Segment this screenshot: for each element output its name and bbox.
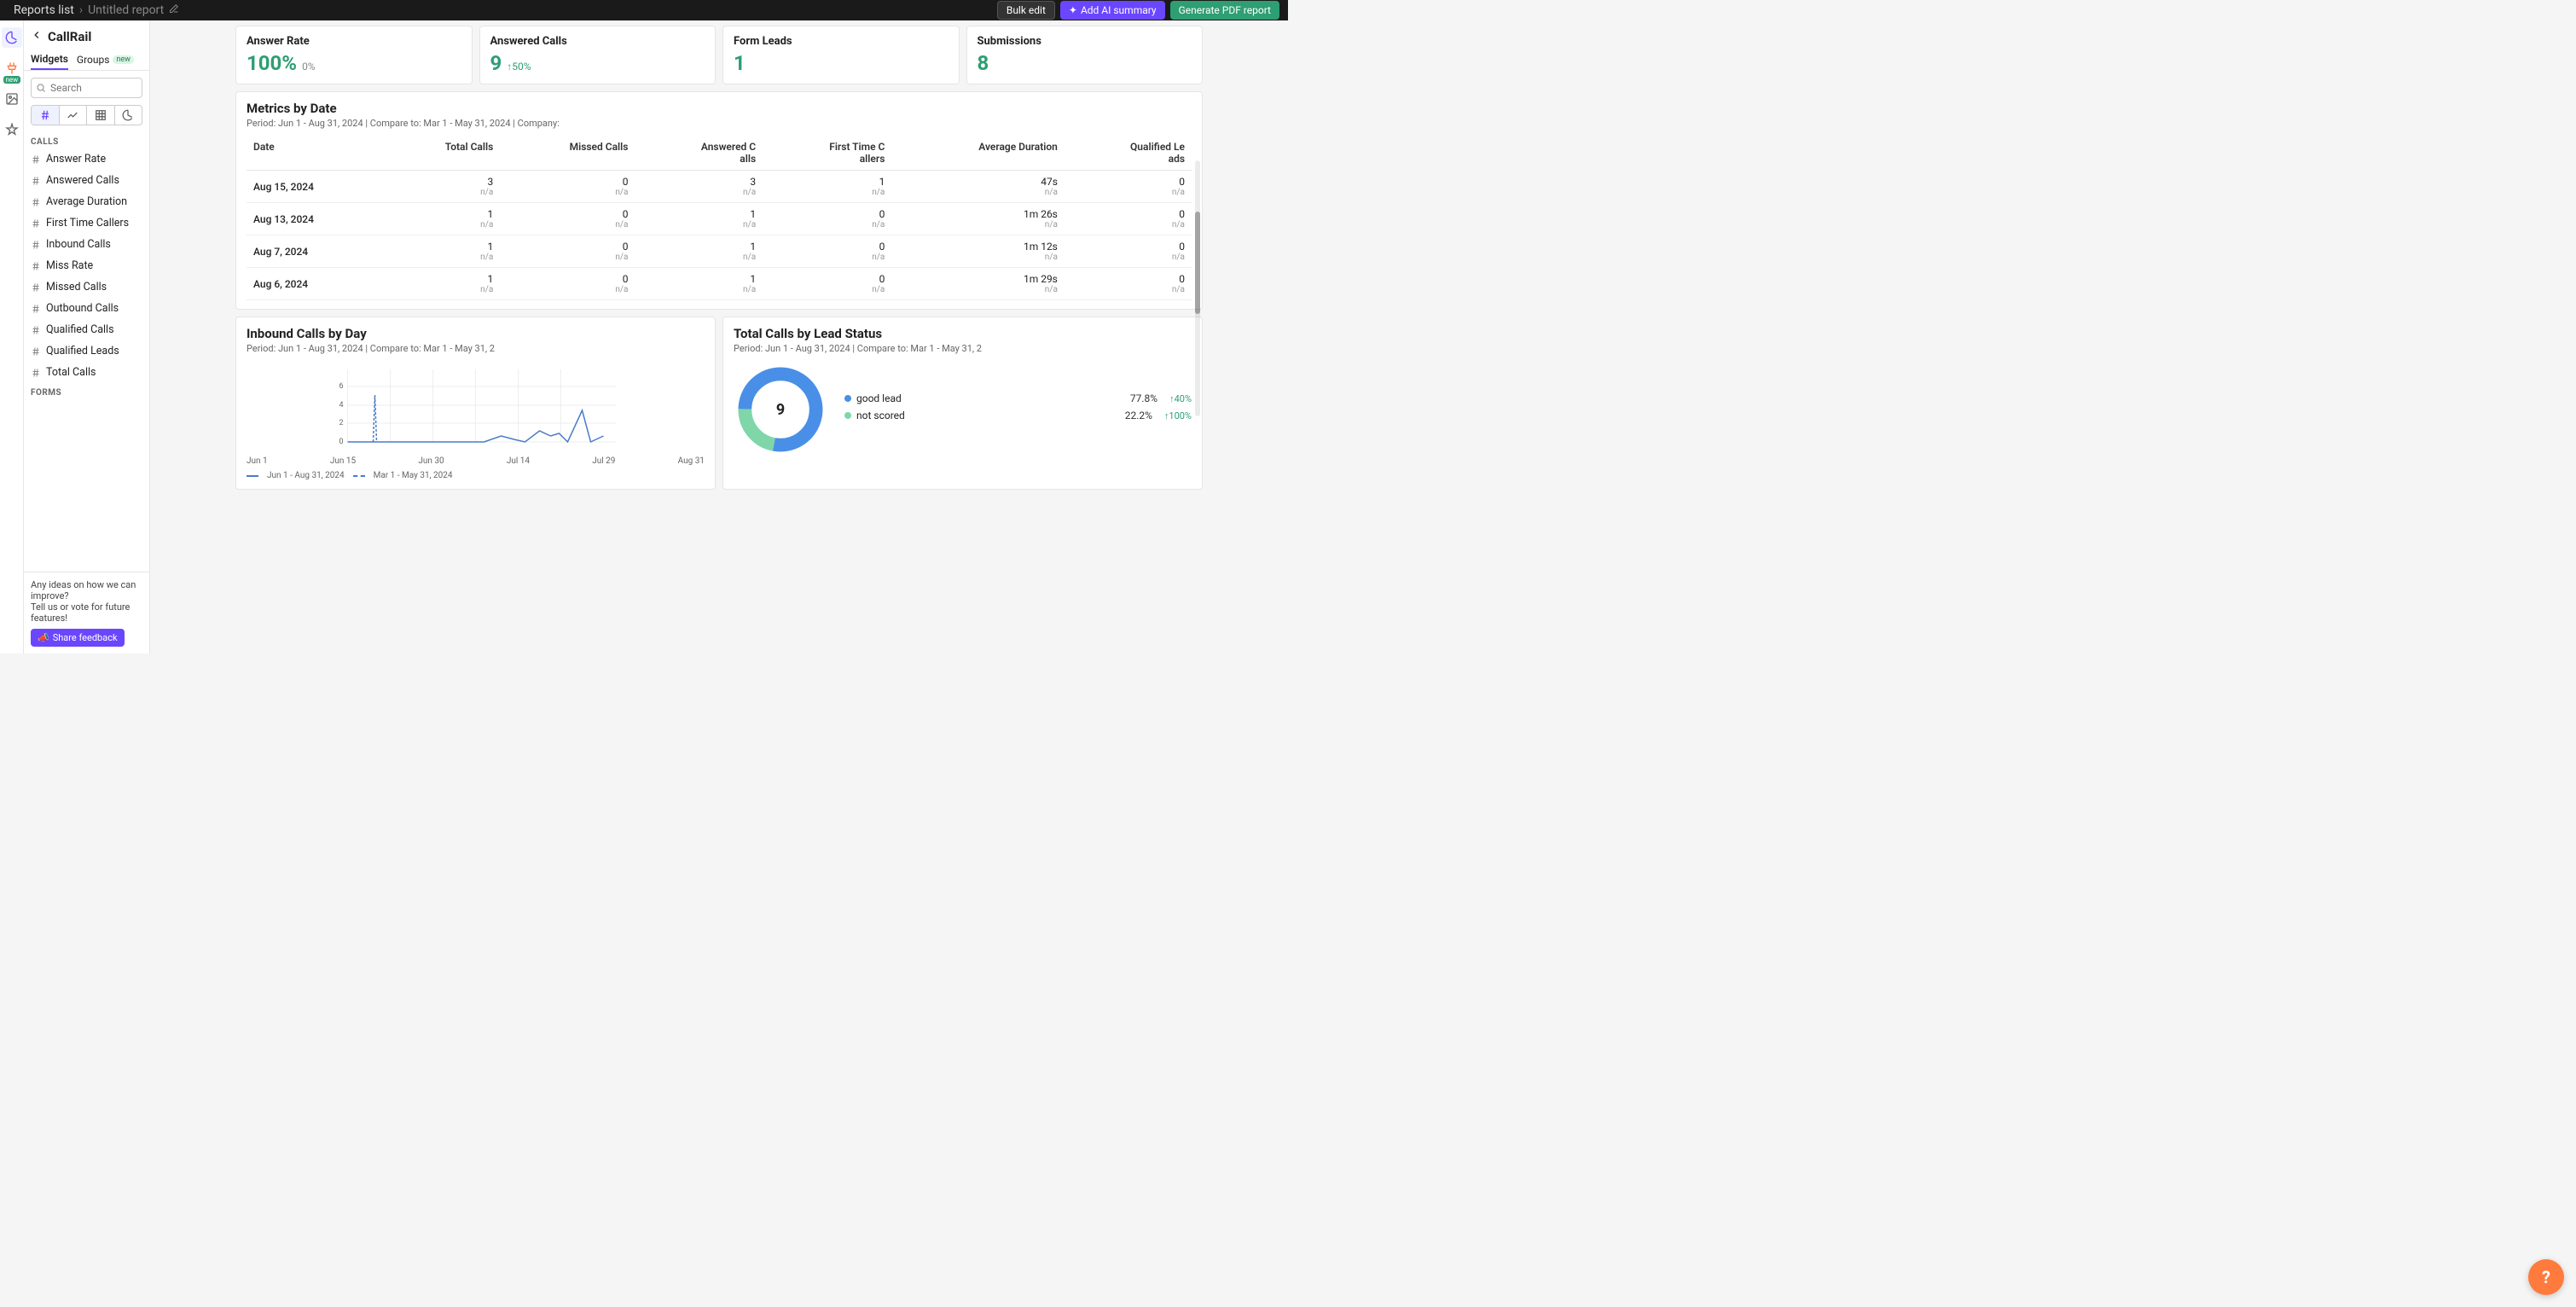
- type-table[interactable]: [87, 106, 115, 125]
- inbound-period: Period: Jun 1 - Aug 31, 2024 | Compare t…: [247, 343, 705, 354]
- metrics-table: DateTotal CallsMissed CallsAnswered Call…: [247, 136, 1192, 300]
- search-input[interactable]: [31, 78, 142, 98]
- topbar: Reports list › Untitled report Bulk edit…: [0, 0, 1288, 20]
- svg-text:2: 2: [339, 419, 344, 427]
- leadstatus-title: Total Calls by Lead Status: [734, 326, 1192, 341]
- section-forms: FORMS: [24, 383, 149, 399]
- add-ai-summary-button[interactable]: ✦Add AI summary: [1060, 1, 1165, 20]
- sparkle-icon: ✦: [1069, 4, 1077, 16]
- nav-rail: new: [0, 20, 24, 654]
- type-line[interactable]: [60, 106, 88, 125]
- section-calls: CALLS: [24, 132, 149, 148]
- megaphone-icon: 📣: [38, 632, 49, 643]
- tab-widgets[interactable]: Widgets: [31, 49, 68, 70]
- widget-item[interactable]: Answered Calls: [24, 170, 149, 191]
- table-row[interactable]: Aug 7, 20241n/a0n/a1n/a0n/a1m 12sn/a0n/a: [247, 235, 1192, 268]
- rail-chart-icon[interactable]: [2, 27, 22, 48]
- widget-item[interactable]: Qualified Calls: [24, 319, 149, 340]
- scrollbar[interactable]: [1195, 160, 1200, 416]
- back-icon[interactable]: [31, 29, 43, 44]
- type-pie[interactable]: [115, 106, 142, 125]
- rail-integration-icon[interactable]: new: [2, 58, 22, 78]
- donut-chart: 9: [734, 363, 827, 456]
- table-row[interactable]: Aug 15, 20243n/a0n/a3n/a1n/a47sn/a0n/a: [247, 171, 1192, 203]
- rail-tools-icon[interactable]: [2, 119, 22, 140]
- report-canvas[interactable]: Answer Rate100%0%Answered Calls9↑50%Form…: [150, 20, 1288, 654]
- widget-item[interactable]: Qualified Leads: [24, 340, 149, 362]
- widget-item[interactable]: Average Duration: [24, 191, 149, 212]
- metrics-period: Period: Jun 1 - Aug 31, 2024 | Compare t…: [247, 118, 1192, 129]
- feedback-box: Any ideas on how we can improve? Tell us…: [24, 572, 149, 654]
- lead-status-card: Total Calls by Lead Status Period: Jun 1…: [722, 317, 1203, 490]
- inbound-chart: 0 2 4 6: [247, 361, 705, 455]
- tab-groups[interactable]: Groupsnew: [77, 49, 134, 70]
- donut-center-value: 9: [734, 363, 827, 456]
- legend-row: not scored22.2%↑100%: [844, 410, 1192, 421]
- widget-type-toggle: [31, 105, 142, 125]
- svg-text:6: 6: [339, 382, 344, 391]
- metrics-by-date-card: Metrics by Date Period: Jun 1 - Aug 31, …: [235, 91, 1203, 310]
- search-icon: [36, 83, 46, 93]
- leadstatus-period: Period: Jun 1 - Aug 31, 2024 | Compare t…: [734, 343, 1192, 354]
- widget-item[interactable]: First Time Callers: [24, 212, 149, 234]
- kpi-card[interactable]: Submissions8: [966, 26, 1204, 84]
- bulk-edit-button[interactable]: Bulk edit: [997, 1, 1055, 20]
- metrics-title: Metrics by Date: [247, 101, 1192, 116]
- chevron-right-icon: ›: [79, 3, 83, 17]
- widget-item[interactable]: Total Calls: [24, 362, 149, 383]
- inbound-title: Inbound Calls by Day: [247, 326, 705, 341]
- widget-item[interactable]: Missed Calls: [24, 276, 149, 298]
- reports-list-link[interactable]: Reports list: [14, 3, 74, 17]
- inbound-calls-card: Inbound Calls by Day Period: Jun 1 - Aug…: [235, 317, 716, 490]
- legend-dash-icon: [353, 475, 365, 477]
- kpi-card[interactable]: Answer Rate100%0%: [235, 26, 473, 84]
- type-number[interactable]: [32, 106, 60, 125]
- kpi-card[interactable]: Form Leads1: [722, 26, 960, 84]
- rail-image-icon[interactable]: [2, 89, 22, 109]
- widget-item[interactable]: Inbound Calls: [24, 234, 149, 255]
- share-feedback-button[interactable]: 📣Share feedback: [31, 629, 125, 647]
- svg-text:4: 4: [339, 401, 344, 410]
- widget-item[interactable]: Answer Rate: [24, 148, 149, 170]
- widget-item[interactable]: Outbound Calls: [24, 298, 149, 319]
- svg-text:0: 0: [339, 438, 344, 446]
- table-row[interactable]: Aug 13, 20241n/a0n/a1n/a0n/a1m 26sn/a0n/…: [247, 203, 1192, 235]
- kpi-card[interactable]: Answered Calls9↑50%: [479, 26, 717, 84]
- integration-title: CallRail: [48, 29, 91, 44]
- widget-item[interactable]: Miss Rate: [24, 255, 149, 276]
- legend-row: good lead77.8%↑40%: [844, 392, 1192, 404]
- table-row[interactable]: Aug 6, 20241n/a0n/a1n/a0n/a1m 29sn/a0n/a: [247, 268, 1192, 300]
- generate-pdf-button[interactable]: Generate PDF report: [1170, 1, 1279, 20]
- help-fab[interactable]: ?: [2528, 1259, 2564, 1295]
- side-panel: CallRail Widgets Groupsnew CALLS Answer …: [24, 20, 150, 654]
- edit-icon[interactable]: [169, 3, 179, 17]
- legend-solid-icon: [247, 475, 258, 477]
- report-title[interactable]: Untitled report: [88, 3, 164, 17]
